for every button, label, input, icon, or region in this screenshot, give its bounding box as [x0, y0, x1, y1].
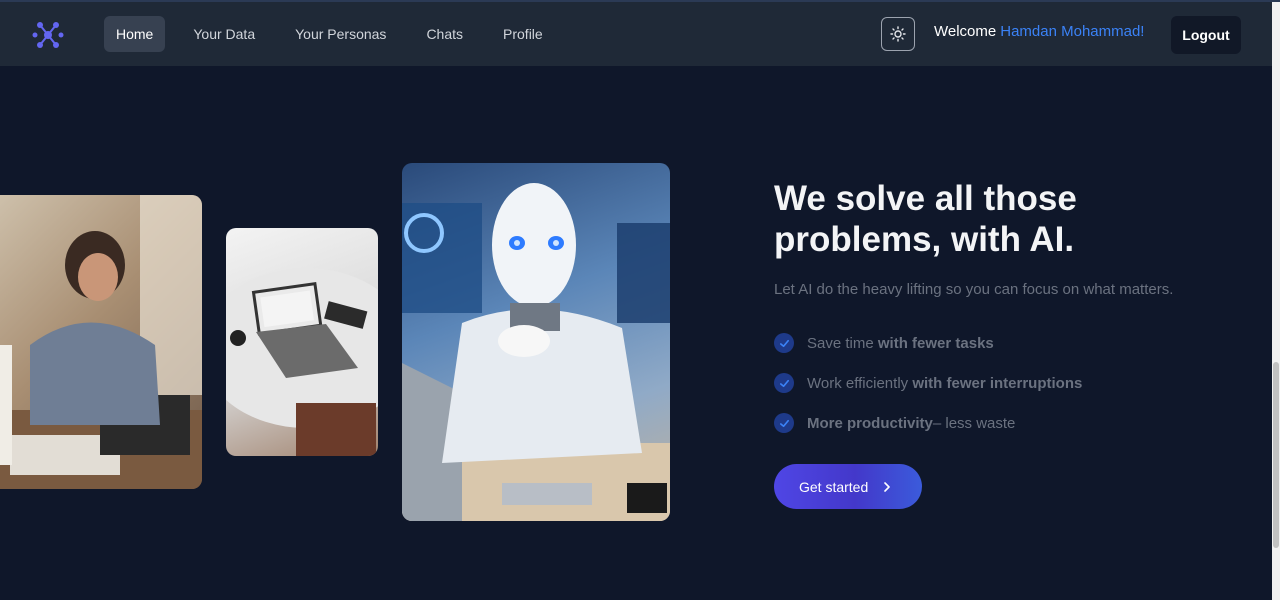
feature-list: Save time with fewer tasks Work efficien…: [774, 332, 1244, 434]
nav-home[interactable]: Home: [104, 16, 166, 52]
get-started-button[interactable]: Get started: [774, 464, 922, 509]
laptop-table-image: [226, 228, 378, 456]
nav-profile[interactable]: Profile: [491, 16, 555, 52]
feature-item: Work efficiently with fewer interruption…: [774, 372, 1244, 394]
check-icon: [774, 333, 794, 353]
check-icon: [774, 373, 794, 393]
nav-links: Home Your Data Your Personas Chats Profi…: [104, 16, 571, 52]
stressed-woman-image: [0, 195, 202, 489]
hero-subtitle: Let AI do the heavy lifting so you can f…: [774, 281, 1174, 298]
scrollbar-thumb[interactable]: [1273, 362, 1279, 548]
theme-toggle-button[interactable]: [881, 17, 915, 51]
nav-your-personas[interactable]: Your Personas: [283, 16, 398, 52]
sun-icon: [890, 26, 906, 42]
hero-title-line-1: We solve all those: [774, 179, 1077, 218]
navbar: Home Your Data Your Personas Chats Profi…: [0, 2, 1272, 66]
robot-coffee-image: [402, 163, 670, 521]
hero-title-line-2: problems, with AI.: [774, 220, 1075, 259]
welcome-text: Welcome Hamdan Mohammad!: [934, 23, 1144, 40]
check-icon: [774, 413, 794, 433]
logout-button[interactable]: Logout: [1171, 16, 1241, 54]
nav-your-data[interactable]: Your Data: [181, 16, 267, 52]
feature-item: Save time with fewer tasks: [774, 332, 1244, 354]
hero-title: We solve all those problems, with AI.: [774, 178, 1244, 260]
get-started-label: Get started: [799, 478, 869, 495]
welcome-prefix: Welcome: [934, 23, 997, 40]
hero-section: We solve all those problems, with AI. Le…: [774, 178, 1244, 452]
feature-item: More productivity – less waste: [774, 412, 1244, 434]
feature-text-plain: Save time: [807, 334, 874, 352]
feature-text-plain: Work efficiently: [807, 374, 909, 392]
chevron-right-icon: [884, 481, 891, 492]
feature-text-suffix: – less waste: [932, 414, 1016, 432]
feature-text-bold: with fewer interruptions: [912, 374, 1083, 392]
feature-text-bold: with fewer tasks: [877, 334, 994, 352]
feature-text-bold: More productivity: [807, 414, 933, 432]
nav-chats[interactable]: Chats: [414, 16, 475, 52]
logo-icon[interactable]: [31, 18, 65, 52]
user-name: Hamdan Mohammad!: [1000, 23, 1145, 40]
